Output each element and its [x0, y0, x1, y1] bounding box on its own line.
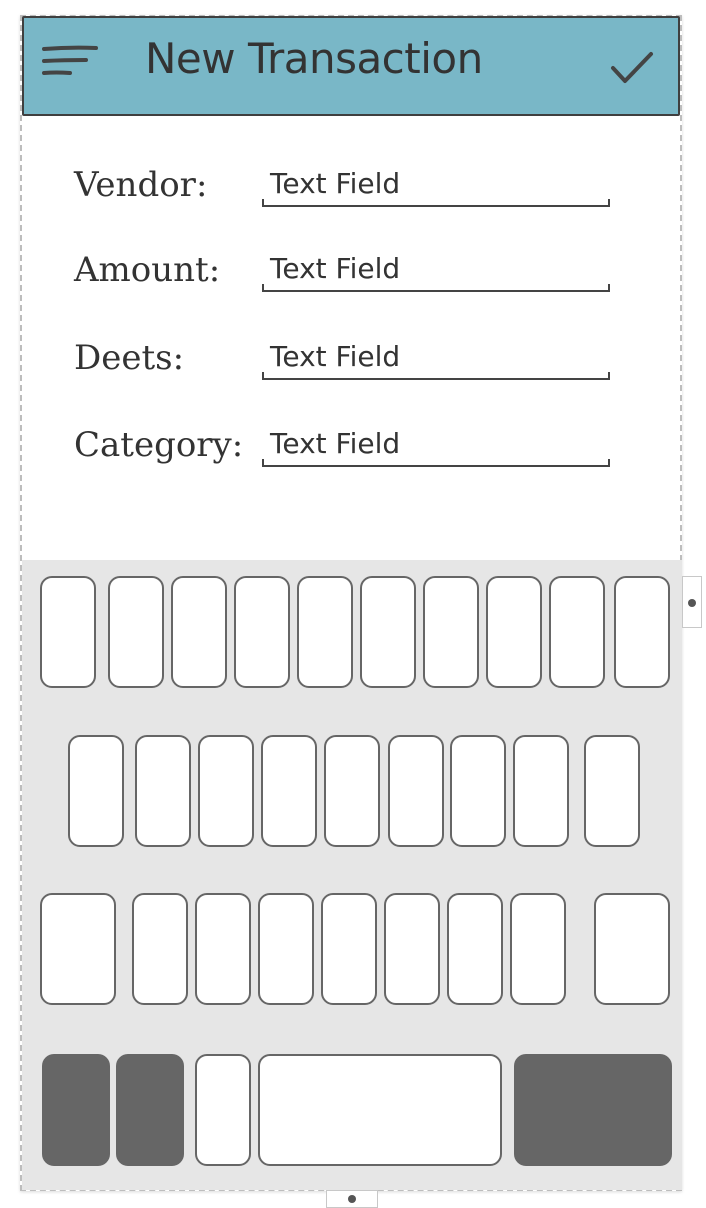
space-bar[interactable] — [258, 1054, 502, 1166]
emoji-key[interactable] — [116, 1054, 184, 1166]
key[interactable] — [258, 893, 314, 1005]
key[interactable] — [108, 576, 164, 688]
amount-field[interactable]: Text Field — [262, 250, 610, 292]
amount-field-underline — [262, 284, 610, 292]
handle-dot-icon — [688, 599, 696, 607]
key[interactable] — [510, 893, 566, 1005]
category-label: Category: — [74, 425, 244, 465]
key[interactable] — [486, 576, 542, 688]
page-title: New Transaction — [145, 34, 483, 83]
key[interactable] — [297, 576, 353, 688]
vendor-field-underline — [262, 199, 610, 207]
key[interactable] — [135, 735, 191, 847]
deets-field[interactable]: Text Field — [262, 338, 610, 380]
key[interactable] — [513, 735, 569, 847]
key[interactable] — [614, 576, 670, 688]
vendor-field-text: Text Field — [270, 167, 401, 200]
comma-key[interactable] — [195, 1054, 251, 1166]
key[interactable] — [40, 576, 96, 688]
category-field-text: Text Field — [270, 427, 401, 460]
key[interactable] — [234, 576, 290, 688]
key[interactable] — [549, 576, 605, 688]
key[interactable] — [447, 893, 503, 1005]
vendor-label: Vendor: — [74, 165, 208, 205]
key[interactable] — [261, 735, 317, 847]
resize-handle-bottom[interactable] — [326, 1190, 378, 1208]
key[interactable] — [198, 735, 254, 847]
key[interactable] — [132, 893, 188, 1005]
key[interactable] — [68, 735, 124, 847]
checkmark-icon[interactable] — [610, 50, 654, 86]
backspace-key[interactable] — [594, 893, 670, 1005]
enter-key[interactable] — [514, 1054, 672, 1166]
key[interactable] — [324, 735, 380, 847]
shift-key[interactable] — [40, 893, 116, 1005]
key[interactable] — [360, 576, 416, 688]
key[interactable] — [171, 576, 227, 688]
symbols-key[interactable] — [42, 1054, 110, 1166]
deets-field-text: Text Field — [270, 340, 401, 373]
key[interactable] — [195, 893, 251, 1005]
key[interactable] — [423, 576, 479, 688]
key[interactable] — [388, 735, 444, 847]
category-field[interactable]: Text Field — [262, 425, 610, 467]
key[interactable] — [384, 893, 440, 1005]
vendor-field[interactable]: Text Field — [262, 165, 610, 207]
resize-handle-right[interactable] — [682, 576, 702, 628]
key[interactable] — [450, 735, 506, 847]
onscreen-keyboard — [22, 560, 682, 1190]
deets-field-underline — [262, 372, 610, 380]
key[interactable] — [321, 893, 377, 1005]
deets-label: Deets: — [74, 338, 185, 378]
amount-label: Amount: — [74, 250, 221, 290]
key[interactable] — [584, 735, 640, 847]
handle-dot-icon — [348, 1195, 356, 1203]
amount-field-text: Text Field — [270, 252, 401, 285]
category-field-underline — [262, 459, 610, 467]
hamburger-menu-icon[interactable] — [42, 43, 98, 83]
